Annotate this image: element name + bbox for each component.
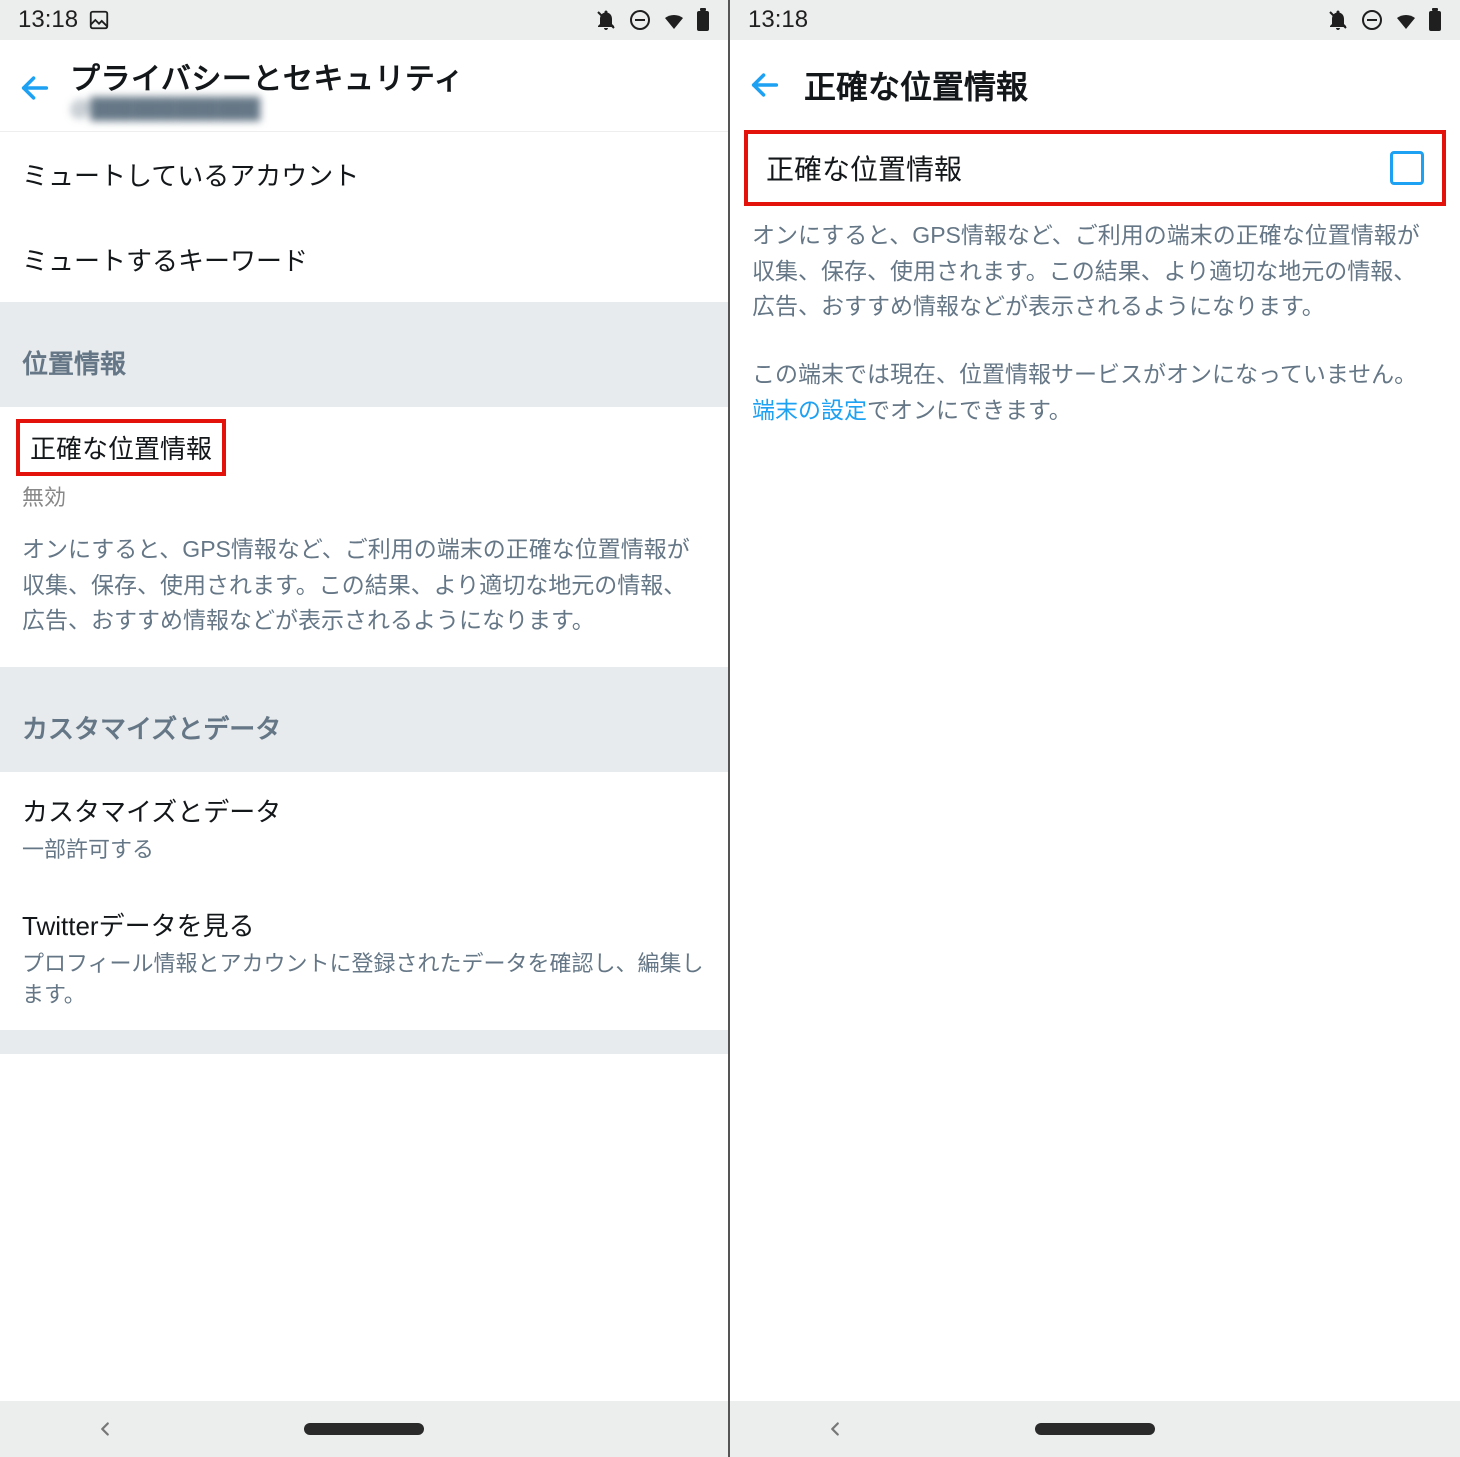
service-note-before: この端末では現在、位置情報サービスがオンになっていません。: [752, 361, 1417, 387]
twitter-data-caption: プロフィール情報とアカウントに登録されたデータを確認し、編集します。: [22, 949, 706, 1011]
content-area: 正確な位置情報 オンにすると、GPS情報など、ご利用の端末の正確な位置情報が収集…: [730, 130, 1460, 1401]
nav-bar: [730, 1401, 1460, 1457]
nav-home-pill[interactable]: [1035, 1423, 1155, 1435]
precise-location-label: 正確な位置情報: [30, 429, 212, 466]
app-bar: 正確な位置情報: [730, 40, 1460, 130]
muted-accounts-label: ミュートしているアカウント: [22, 156, 706, 193]
twitter-data-label: Twitterデータを見る: [22, 906, 706, 943]
battery-icon: [1428, 8, 1442, 32]
image-icon: [88, 9, 110, 31]
customize-data-row[interactable]: カスタマイズとデータ 一部許可する: [0, 772, 728, 886]
nav-back-icon[interactable]: [94, 1418, 116, 1440]
precise-location-toggle-label: 正確な位置情報: [766, 148, 962, 188]
content-area: ミュートしているアカウント ミュートするキーワード 位置情報 正確な位置情報 無…: [0, 132, 728, 1401]
nav-bar: [0, 1401, 728, 1457]
app-bar: プライバシーとセキュリティ @████████████: [0, 40, 728, 132]
back-arrow-icon[interactable]: [18, 71, 52, 105]
customize-data-label: カスタマイズとデータ: [22, 792, 706, 829]
wifi-icon: [1394, 8, 1418, 32]
right-screen: 13:18 正確な位置情報 正確な位置情報 オンにすると、GPS情報など、ご利用…: [730, 0, 1460, 1457]
battery-icon: [696, 8, 710, 32]
page-title: 正確な位置情報: [804, 62, 1028, 108]
customize-data-caption: 一部許可する: [22, 835, 706, 866]
do-not-disturb-circle-icon: [1360, 8, 1384, 32]
precise-location-checkbox[interactable]: [1390, 151, 1424, 185]
do-not-disturb-circle-icon: [628, 8, 652, 32]
service-note-after: でオンにできます。: [867, 397, 1072, 423]
status-bar: 13:18: [730, 0, 1460, 40]
twitter-data-row[interactable]: Twitterデータを見る プロフィール情報とアカウントに登録されたデータを確認…: [0, 886, 728, 1031]
status-time: 13:18: [748, 6, 808, 34]
precise-location-toggle-row[interactable]: 正確な位置情報: [744, 130, 1446, 206]
nav-home-pill[interactable]: [304, 1423, 424, 1435]
precise-location-description: オンにすると、GPS情報など、ご利用の端末の正確な位置情報が収集、保存、使用され…: [730, 206, 1460, 345]
dnd-icon: [594, 8, 618, 32]
nav-back-icon[interactable]: [824, 1418, 846, 1440]
back-arrow-icon[interactable]: [748, 68, 782, 102]
customize-section-header: カスタマイズとデータ: [0, 667, 728, 772]
device-settings-link[interactable]: 端末の設定: [752, 397, 867, 423]
muted-accounts-row[interactable]: ミュートしているアカウント: [0, 132, 728, 217]
wifi-icon: [662, 8, 686, 32]
precise-location-description: オンにすると、GPS情報など、ご利用の端末の正確な位置情報が収集、保存、使用され…: [0, 524, 728, 667]
muted-keywords-row[interactable]: ミュートするキーワード: [0, 217, 728, 302]
status-bar: 13:18: [0, 0, 728, 40]
account-handle: @████████████: [70, 98, 464, 121]
dnd-icon: [1326, 8, 1350, 32]
precise-location-row[interactable]: 正確な位置情報: [16, 419, 226, 476]
location-section-header: 位置情報: [0, 302, 728, 407]
location-service-note: この端末では現在、位置情報サービスがオンになっていません。端末の設定でオンにでき…: [730, 345, 1460, 448]
precise-location-state: 無効: [0, 480, 728, 524]
page-title: プライバシーとセキュリティ: [70, 54, 464, 98]
muted-keywords-label: ミュートするキーワード: [22, 241, 706, 278]
left-screen: 13:18 プライバシーとセキュリティ @████████████ ミュートして…: [0, 0, 730, 1457]
status-time: 13:18: [18, 6, 78, 34]
